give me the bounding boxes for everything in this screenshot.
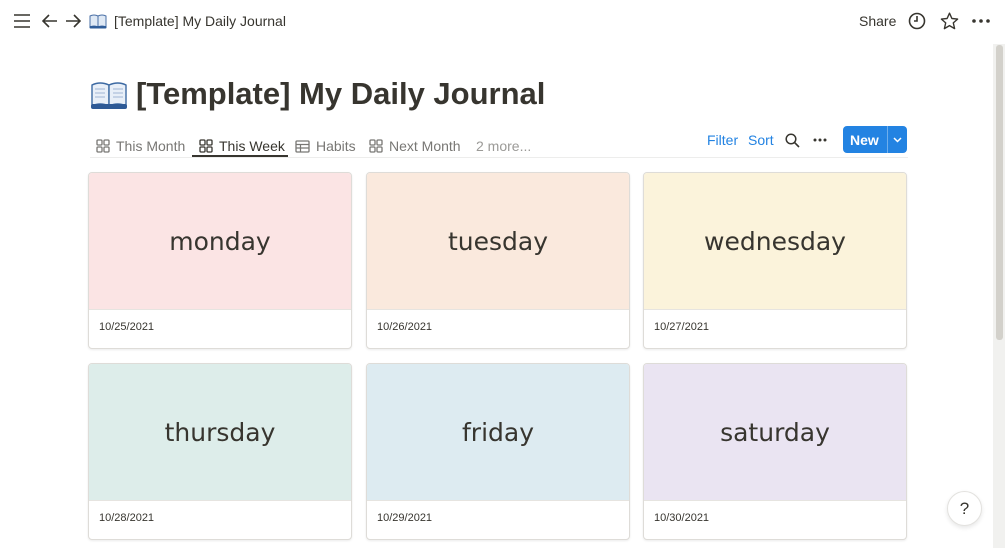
share-button[interactable]: Share (859, 13, 896, 29)
clock-icon[interactable] (907, 11, 927, 31)
tab-label: Habits (316, 138, 356, 154)
card-friday[interactable]: friday 10/29/2021 (366, 363, 630, 540)
book-icon (89, 14, 107, 29)
chevron-down-icon[interactable] (888, 136, 907, 143)
open-book-emoji-icon (91, 82, 127, 109)
scrollbar-thumb[interactable] (996, 45, 1003, 340)
star-icon[interactable] (939, 11, 959, 31)
table-icon (295, 139, 310, 153)
new-button-label: New (850, 131, 879, 148)
page-title: [Template] My Daily Journal (136, 76, 546, 111)
back-arrow-icon[interactable] (40, 11, 60, 31)
filter-button[interactable]: Filter (707, 132, 738, 148)
tab-label: Next Month (389, 138, 461, 154)
card-title: monday (89, 173, 351, 310)
card-title: saturday (644, 364, 906, 501)
card-date: 10/26/2021 (377, 321, 433, 333)
top-bar: [Template] My Daily Journal Share (0, 0, 1005, 44)
breadcrumb[interactable]: [Template] My Daily Journal (114, 13, 286, 29)
card-title: tuesday (367, 173, 629, 310)
tabs-divider (90, 157, 908, 158)
tab-this-month[interactable]: This Month (96, 132, 185, 160)
tab-label: This Month (116, 138, 186, 154)
gallery-icon (369, 139, 383, 153)
tab-label: 2 more... (476, 138, 532, 154)
new-button[interactable]: New (843, 126, 907, 153)
card-title: friday (367, 364, 629, 501)
card-date: 10/28/2021 (99, 512, 155, 524)
gallery-icon (199, 139, 213, 153)
card-monday[interactable]: monday 10/25/2021 (88, 172, 352, 349)
forward-arrow-icon[interactable] (63, 11, 83, 31)
card-date: 10/30/2021 (654, 512, 710, 524)
menu-icon[interactable] (12, 11, 32, 31)
tab-label: This Week (219, 138, 285, 154)
gallery-icon (96, 139, 110, 153)
tab-more[interactable]: 2 more... (476, 132, 531, 160)
card-title: thursday (89, 364, 351, 501)
tab-habits[interactable]: Habits (295, 132, 356, 160)
card-saturday[interactable]: saturday 10/30/2021 (643, 363, 907, 540)
more-options-icon[interactable] (810, 130, 830, 150)
card-tuesday[interactable]: tuesday 10/26/2021 (366, 172, 630, 349)
card-date: 10/29/2021 (377, 512, 433, 524)
search-icon[interactable] (782, 130, 802, 150)
card-date: 10/25/2021 (99, 321, 155, 333)
card-wednesday[interactable]: wednesday 10/27/2021 (643, 172, 907, 349)
sort-button[interactable]: Sort (748, 132, 774, 148)
tab-next-month[interactable]: Next Month (369, 132, 461, 160)
card-title: wednesday (644, 173, 906, 310)
help-button[interactable]: ? (947, 491, 982, 526)
card-thursday[interactable]: thursday 10/28/2021 (88, 363, 352, 540)
card-date: 10/27/2021 (654, 321, 710, 333)
more-icon[interactable] (971, 11, 991, 31)
